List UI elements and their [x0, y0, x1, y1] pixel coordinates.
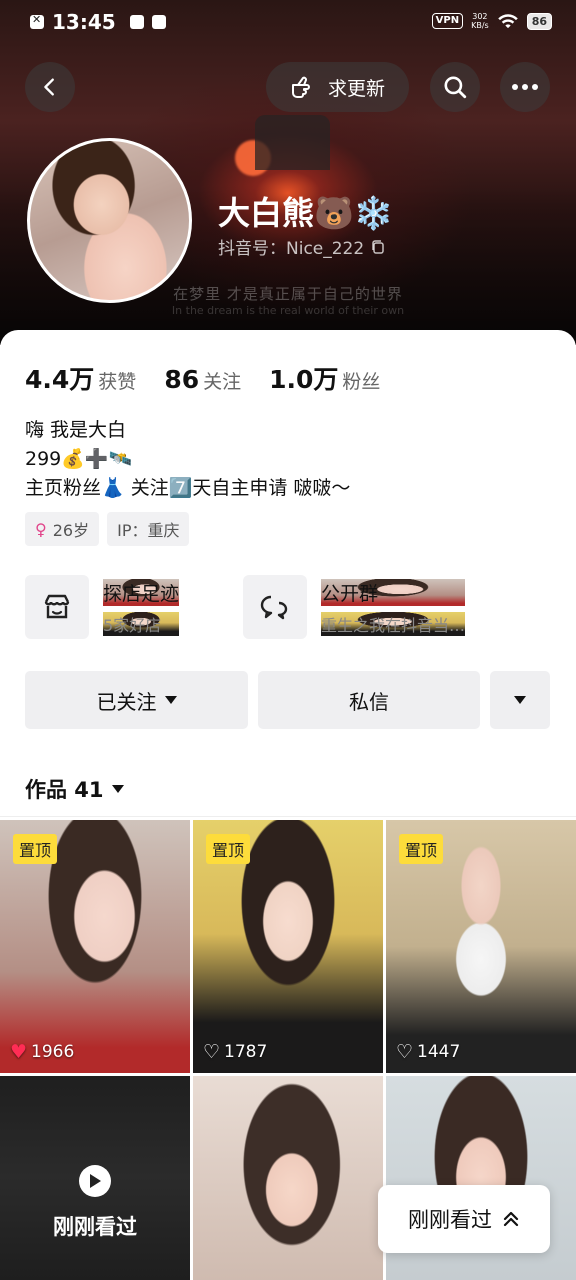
more-options-button[interactable]: [500, 62, 550, 112]
notification-icon: [30, 13, 44, 29]
video-tile[interactable]: 刚刚看过: [0, 1076, 190, 1280]
age-tag: ♀ 26岁: [25, 512, 100, 546]
profile-name: 大白熊🐻❄️: [218, 194, 394, 232]
search-icon: [444, 76, 467, 99]
video-tile[interactable]: 置顶 ♡ 1447: [386, 820, 576, 1073]
bio-line-2: 299💰➕🛰️: [25, 448, 133, 470]
profile-bio: 嗨 我是大白 299💰➕🛰️ 主页粉丝👗 关注7️⃣天自主申请 啵啵～: [25, 416, 350, 503]
profile-tags: ♀ 26岁 IP：重庆: [25, 512, 190, 546]
heart-outline-icon: ♡: [203, 1041, 221, 1063]
bio-line-1: 嗨 我是大白: [25, 419, 127, 441]
public-group-title: 公开群: [321, 578, 466, 606]
play-icon: [79, 1164, 111, 1197]
banner-subtext: In the dream is the real world of their …: [171, 304, 405, 317]
status-time: 13:45: [52, 10, 116, 34]
video-likes: ♡ 1447: [396, 1041, 460, 1063]
video-tile[interactable]: [193, 1076, 383, 1280]
female-icon: ♀: [35, 519, 47, 539]
wifi-icon: [497, 14, 518, 29]
video-tile[interactable]: 置顶 ♡ 1787: [193, 820, 383, 1073]
following-label: 已关注: [96, 689, 157, 714]
stat-following-value: 86: [164, 365, 200, 394]
works-label: 作品 41: [25, 778, 104, 802]
more-dots-icon: [512, 84, 538, 90]
stat-likes[interactable]: 4.4万 获赞: [25, 360, 136, 396]
public-group-subtitle: 重生之我在抖音当…: [321, 611, 466, 636]
speed-unit: KB/s: [471, 21, 489, 30]
stat-following[interactable]: 86 关注: [164, 365, 241, 394]
pinned-badge: 置顶: [206, 834, 251, 864]
banner-building: [255, 115, 330, 170]
stat-followers-value: 1.0万: [269, 365, 339, 394]
video-likes: ♥ 1966: [10, 1041, 74, 1063]
ip-tag-label: IP：重庆: [117, 521, 180, 540]
douyin-id[interactable]: 抖音号：Nice_222: [218, 234, 386, 259]
back-button[interactable]: [25, 62, 75, 112]
battery-icon: 86: [526, 12, 552, 30]
caret-down-icon: [111, 785, 124, 793]
recently-viewed-button-label: 刚刚看过: [408, 1208, 492, 1232]
recently-viewed-overlay: 刚刚看过: [0, 1076, 190, 1280]
ip-tag: IP：重庆: [107, 512, 190, 546]
recently-viewed-button[interactable]: 刚刚看过: [378, 1185, 550, 1253]
request-update-label: 求更新: [327, 77, 385, 100]
copy-icon[interactable]: [370, 239, 386, 255]
stat-likes-label: 获赞: [98, 371, 137, 393]
speed-value: 302: [472, 12, 488, 21]
video-like-count: 1966: [31, 1042, 75, 1062]
store-visits-entry[interactable]: 探店足迹 5家好店: [25, 575, 180, 639]
message-button[interactable]: 私信: [258, 671, 480, 729]
bio-line-3: 主页粉丝👗 关注7️⃣天自主申请 啵啵～: [25, 477, 351, 499]
stat-likes-value: 4.4万: [25, 365, 95, 394]
divider: [0, 816, 576, 817]
pinned-badge: 置顶: [13, 834, 58, 864]
video-like-count: 1447: [417, 1042, 461, 1062]
avatar[interactable]: [27, 138, 192, 303]
message-label: 私信: [349, 689, 389, 714]
app-notification-icon: [129, 15, 144, 29]
douyin-id-text: 抖音号：Nice_222: [218, 239, 365, 259]
stat-following-label: 关注: [203, 371, 242, 393]
stat-followers[interactable]: 1.0万 粉丝: [269, 360, 380, 396]
pinned-badge: 置顶: [399, 834, 444, 864]
group-chat-icon: [243, 575, 307, 639]
caret-down-icon: [514, 696, 526, 704]
store-visits-title: 探店足迹: [103, 578, 180, 606]
pointing-hand-icon: [291, 76, 310, 98]
video-like-count: 1787: [224, 1042, 268, 1062]
caret-down-icon: [164, 696, 177, 704]
chevron-left-icon: [44, 78, 54, 96]
video-tile[interactable]: 置顶 ♥ 1966: [0, 820, 190, 1073]
heart-outline-icon: ♡: [396, 1041, 414, 1063]
request-update-button[interactable]: 求更新: [266, 62, 409, 112]
public-group-entry[interactable]: 公开群 重生之我在抖音当…: [243, 575, 466, 639]
store-visits-subtitle: 5家好店: [103, 611, 180, 636]
status-bar: 13:45 VPN 302 KB/s 86: [0, 0, 576, 44]
heart-filled-icon: ♥: [10, 1041, 28, 1063]
profile-stats: 4.4万 获赞 86 关注 1.0万 粉丝: [25, 360, 380, 396]
vpn-icon: VPN: [431, 13, 464, 29]
more-actions-button[interactable]: [490, 671, 550, 729]
message-notification-icon: [151, 15, 166, 29]
search-button[interactable]: [430, 62, 480, 112]
store-icon: [25, 575, 89, 639]
network-speed: 302 KB/s: [471, 12, 489, 30]
recently-viewed-label: 刚刚看过: [53, 1214, 137, 1239]
video-likes: ♡ 1787: [203, 1041, 267, 1063]
stat-followers-label: 粉丝: [342, 371, 381, 393]
double-chevron-up-icon: [503, 1211, 519, 1227]
profile-page: 在梦里 才是真正属于自己的世界 In the dream is the real…: [0, 0, 576, 1280]
works-tab[interactable]: 作品 41: [25, 774, 124, 804]
following-button[interactable]: 已关注: [25, 671, 248, 729]
age-tag-label: 26岁: [52, 521, 90, 540]
